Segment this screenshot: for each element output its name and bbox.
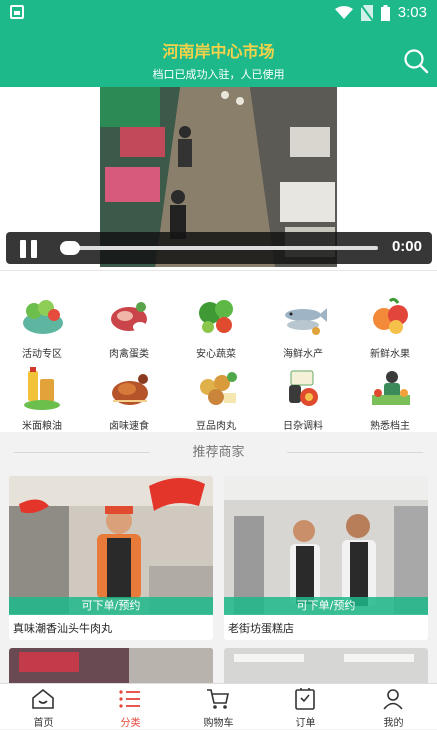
category-label: 熟悉档主	[370, 421, 410, 432]
nav-label: 首页	[33, 718, 54, 729]
shop-name: 老街坊蛋糕店	[228, 622, 294, 635]
home-icon	[32, 688, 54, 709]
nav-home[interactable]: 首页	[0, 684, 87, 730]
category-item[interactable]: 活动专区	[2, 293, 82, 361]
category-label: 新鲜水果	[370, 349, 410, 360]
section-title-wrap: 推荐商家	[0, 432, 437, 474]
shop-card[interactable]	[9, 648, 213, 688]
shop-photo-image	[9, 648, 213, 688]
status-icons: 3:03	[334, 4, 427, 21]
stall-owner-icon	[372, 371, 410, 405]
category-label: 豆品肉丸	[196, 421, 236, 432]
seasoning-icon	[289, 370, 318, 406]
nav-label: 购物车	[203, 718, 234, 729]
category-item[interactable]: 日杂调料	[263, 365, 343, 433]
seek-bar[interactable]	[60, 246, 378, 250]
category-label: 安心蔬菜	[196, 349, 236, 360]
category-label: 海鲜水产	[283, 349, 323, 360]
nav-label: 我的	[383, 718, 404, 729]
category-label: 米面粮油	[22, 421, 62, 432]
fish-icon	[285, 308, 327, 335]
nav-profile[interactable]: 我的	[350, 684, 437, 730]
vegetable-basket-icon	[23, 300, 63, 334]
video-controls: 0:00	[6, 232, 432, 264]
shop-name: 真味潮香汕头牛肉丸	[13, 622, 112, 635]
nav-orders[interactable]: 订单	[262, 684, 349, 730]
nav-category[interactable]: 分类	[87, 684, 174, 730]
status-bar: 3:03	[0, 0, 437, 26]
category-grid: 活动专区 肉禽蛋类 安心蔬菜 海鲜水产 新鲜水果 米面粮油 卤味速食 豆品肉丸 …	[0, 270, 437, 432]
shop-photo-image	[224, 476, 428, 614]
category-item[interactable]: 新鲜水果	[350, 293, 430, 361]
category-list-icon	[119, 690, 140, 708]
category-label: 日杂调料	[283, 421, 323, 432]
search-icon[interactable]	[403, 48, 429, 74]
order-badge: 可下单/预约	[224, 597, 428, 615]
category-label: 肉禽蛋类	[109, 349, 149, 360]
video-time: 0:00	[391, 238, 422, 255]
category-item[interactable]: 豆品肉丸	[176, 365, 256, 433]
shop-photo	[9, 476, 213, 614]
app-header: 河南岸中心市场 档口已成功入驻，人已使用	[0, 26, 437, 87]
category-item[interactable]: 安心蔬菜	[176, 293, 256, 361]
tofu-meatball-icon	[200, 372, 237, 405]
meat-icon	[111, 302, 147, 332]
grain-oil-icon	[24, 367, 60, 410]
shop-card[interactable]: 可下单/预约 真味潮香汕头牛肉丸	[9, 476, 213, 640]
battery-icon	[380, 4, 390, 21]
nav-cart[interactable]: 购物车	[175, 684, 262, 730]
bottom-nav: 首页 分类 购物车 订单 我的	[0, 683, 437, 729]
page-subtitle: 档口已成功入驻，人已使用	[152, 68, 285, 81]
nav-label: 订单	[295, 718, 316, 729]
category-item[interactable]: 肉禽蛋类	[89, 293, 169, 361]
category-item[interactable]: 海鲜水产	[263, 293, 343, 361]
seek-thumb[interactable]	[60, 241, 80, 255]
shop-card[interactable]: 可下单/预约 老街坊蛋糕店	[224, 476, 428, 640]
page-title: 河南岸中心市场	[162, 42, 275, 61]
category-item[interactable]: 卤味速食	[89, 365, 169, 433]
section-title: 推荐商家	[192, 445, 245, 460]
fruit-icon	[373, 297, 408, 334]
clock: 3:03	[397, 4, 427, 21]
vegetables-icon	[199, 300, 233, 333]
braised-duck-icon	[112, 374, 148, 405]
pause-icon[interactable]	[20, 240, 40, 258]
shop-card[interactable]	[224, 648, 428, 688]
category-label: 活动专区	[22, 349, 62, 360]
shop-photo-image	[224, 648, 428, 688]
category-label: 卤味速食	[109, 421, 149, 432]
order-icon	[295, 688, 315, 710]
category-item[interactable]: 米面粮油	[2, 365, 82, 433]
category-item[interactable]: 熟悉档主	[350, 365, 430, 433]
no-sim-icon	[360, 4, 373, 21]
order-badge: 可下单/预约	[9, 597, 213, 615]
video-player[interactable]: 0:00	[0, 87, 437, 270]
wifi-icon	[334, 5, 353, 19]
image-notification-icon	[10, 5, 24, 19]
shop-photo-image	[9, 476, 213, 614]
shop-photo	[224, 476, 428, 614]
cart-icon	[207, 689, 229, 709]
nav-label: 分类	[120, 718, 141, 729]
profile-icon	[383, 689, 403, 710]
